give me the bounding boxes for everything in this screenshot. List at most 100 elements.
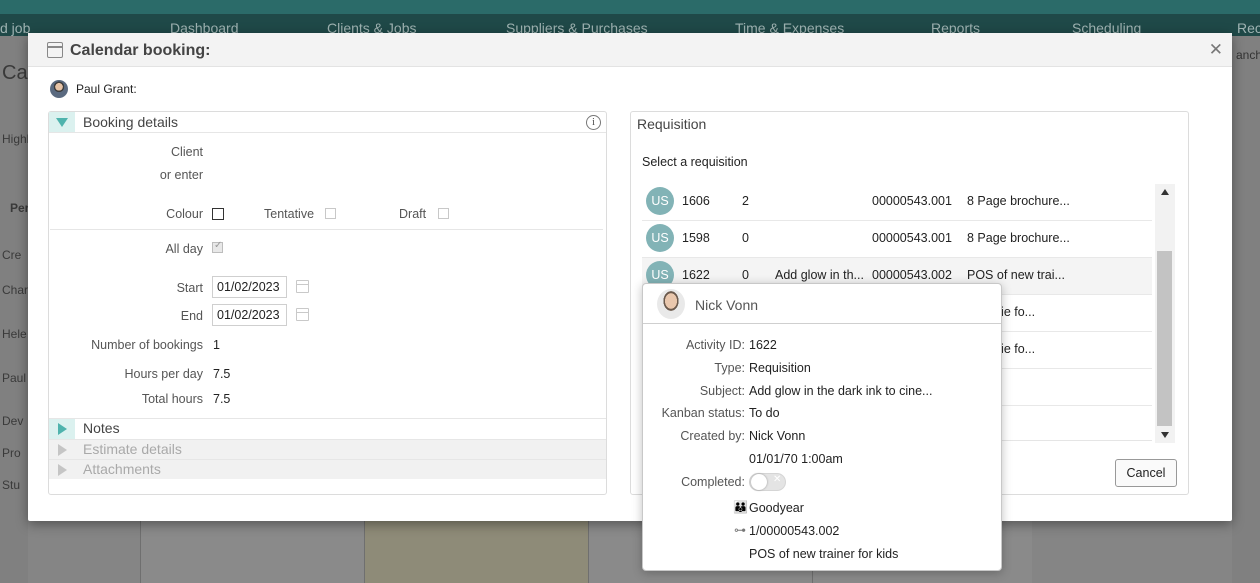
kanban-label: Kanban status: [661,406,745,420]
draft-checkbox[interactable] [438,208,449,219]
sitemap-icon: ⊶ [734,523,746,537]
bg-fragment: Paul [2,371,27,385]
scroll-down-icon[interactable] [1161,432,1169,438]
section-title: Estimate details [83,441,182,457]
row-subject: Add glow in th... [775,268,864,282]
hours-per-day-value: 7.5 [213,367,231,381]
triangle-right-icon [57,464,67,476]
app-topbar [0,0,1260,14]
created-by-label: Created by: [680,429,745,443]
tentative-checkbox[interactable] [325,208,336,219]
hours-per-day-label: Hours per day [124,367,203,381]
end-label: End [180,309,203,323]
expand-toggle [49,460,75,480]
modal-header: Calendar booking: ✕ [28,33,1232,67]
calendar-picker-icon[interactable] [296,280,309,293]
notes-section[interactable]: Notes [49,418,606,439]
bg-fragment: Ca [2,62,28,84]
popover-user-name: Nick Vonn [695,297,759,313]
expand-toggle[interactable] [49,419,75,439]
calendar-picker-icon[interactable] [296,308,309,321]
collapse-toggle[interactable] [49,112,75,132]
row-job: 00000543.002 [872,268,952,282]
colour-picker[interactable] [212,208,224,220]
nav-rec[interactable]: Rec [1237,20,1260,36]
scroll-thumb[interactable] [1157,251,1172,426]
row-qty: 2 [742,194,749,208]
requisition-row[interactable]: US 1606 2 00000543.001 8 Page brochure..… [642,184,1152,221]
kanban-value: To do [749,406,780,420]
bg-fragment: anch [1236,48,1260,62]
person-name: Paul Grant: [76,82,137,96]
booking-details-panel: Booking details i Client or enter Colour… [48,111,607,495]
bookings-label: Number of bookings [91,338,203,352]
start-label: Start [176,281,203,295]
completed-label: Completed: [681,475,745,489]
bg-fragment: Hele [2,327,27,341]
bg-fragment: Per [10,201,30,215]
modal-title: Calendar booking: [70,42,211,59]
draft-label: Draft [399,207,427,221]
expand-toggle [49,440,75,460]
right-strip: anch [1232,36,1260,583]
activity-popover: Nick Vonn Activity ID: 1622 Type: Requis… [642,283,1002,571]
job-search-input[interactable]: d job [0,20,30,36]
job-value: 1/00000543.002 [749,524,840,538]
close-icon[interactable]: ✕ [1209,40,1223,60]
section-title: Booking details [83,114,178,130]
job-description: POS of new trainer for kids [749,547,899,561]
activity-id-value: 1622 [749,338,777,352]
or-enter-label: or enter [159,168,203,182]
bg-fragment: Dev [2,414,24,428]
end-date-input[interactable]: 01/02/2023 [212,304,287,326]
user-badge: US [646,187,674,215]
completed-toggle[interactable]: ✕ [749,473,786,491]
row-id: 1598 [682,231,710,245]
row-job: 00000543.001 [872,231,952,245]
booking-details-header[interactable]: Booking details i [49,112,606,133]
select-requisition-label: Select a requisition [642,155,748,169]
divider [50,229,603,230]
subject-label: Subject: [699,384,745,398]
triangle-right-icon [57,423,67,435]
total-hours-value: 7.5 [213,392,231,406]
triangle-down-icon [56,117,68,127]
triangle-right-icon [57,444,67,456]
bookings-value: 1 [213,338,220,352]
section-title: Attachments [83,461,161,477]
bg-fragment: Pro [2,446,21,460]
avatar [657,289,685,319]
total-hours-label: Total hours [141,392,203,406]
user-badge: US [646,224,674,252]
calendar-icon [47,42,63,58]
list-scrollbar[interactable] [1155,184,1175,443]
row-id: 1622 [682,268,710,282]
bg-fragment: Stu [2,478,21,492]
close-icon: ✕ [773,474,782,485]
colour-label: Colour [166,207,203,221]
scroll-up-icon[interactable] [1161,189,1169,195]
people-icon: 👪 [733,500,748,514]
estimate-details-section: Estimate details [49,439,606,459]
row-qty: 0 [742,231,749,245]
cancel-button[interactable]: Cancel [1115,459,1177,487]
requisition-row[interactable]: US 1598 0 00000543.001 8 Page brochure..… [642,221,1152,258]
row-desc: POS of new trai... [967,268,1065,282]
requisition-title: Requisition [637,116,707,132]
activity-id-label: Activity ID: [685,338,745,352]
created-by-value: Nick Vonn [749,429,806,443]
attachments-section: Attachments [49,459,606,479]
booking-person: Paul Grant: [50,79,137,99]
created-at-value: 01/01/70 1:00am [749,452,843,466]
all-day-checkbox[interactable] [212,240,223,253]
bg-fragment: Char [2,283,29,297]
row-job: 00000543.001 [872,194,952,208]
client-label: Client [171,145,203,159]
row-qty: 0 [742,268,749,282]
info-icon[interactable]: i [586,115,601,130]
all-day-label: All day [165,242,203,256]
section-title: Notes [83,420,120,436]
start-date-input[interactable]: 01/02/2023 [212,276,287,298]
tentative-label: Tentative [264,207,315,221]
type-value: Requisition [749,361,811,375]
